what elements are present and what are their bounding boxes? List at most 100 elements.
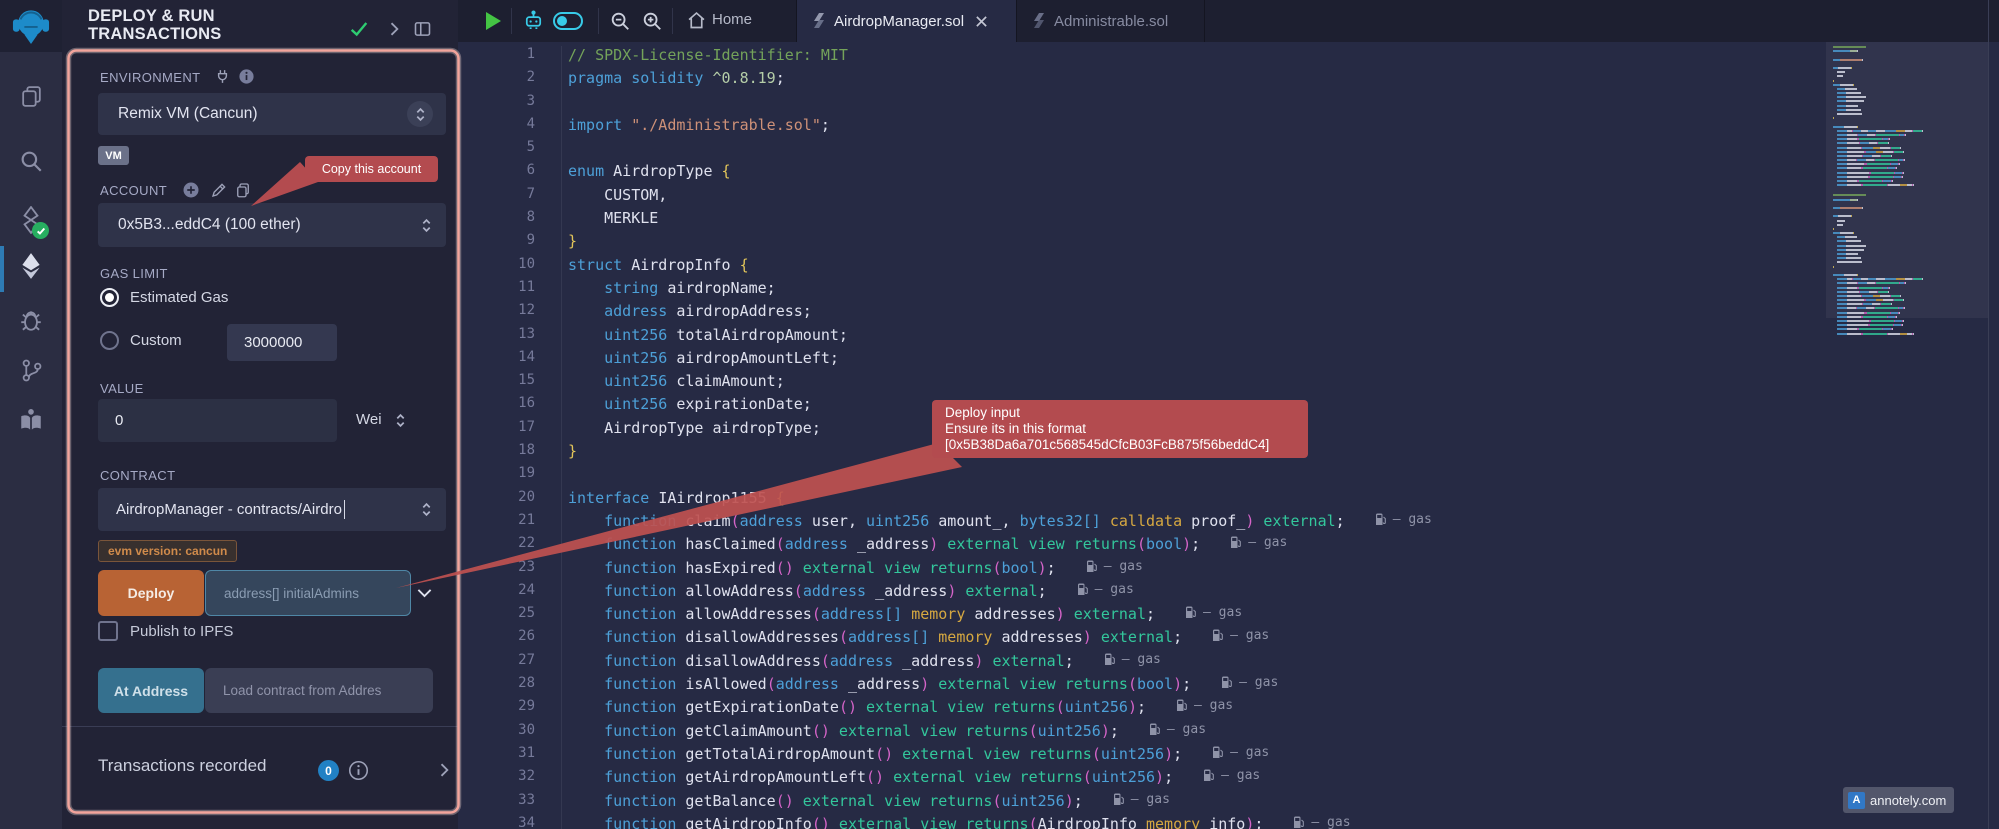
value-unit-select[interactable]: Wei — [356, 411, 382, 428]
gas-icon — [1221, 676, 1232, 689]
line-number[interactable]: 14 — [458, 349, 561, 372]
search-icon[interactable] — [17, 147, 45, 175]
edit-account-icon[interactable] — [210, 181, 228, 199]
tab-administrable[interactable]: Administrable.sol — [1017, 0, 1205, 42]
git-icon[interactable] — [17, 356, 45, 384]
zoom-in-icon[interactable] — [641, 10, 663, 32]
line-number[interactable]: 21 — [458, 512, 561, 535]
debugger-icon[interactable] — [17, 306, 45, 334]
deploy-params-input[interactable]: address[] initialAdmins — [205, 570, 411, 616]
add-account-icon[interactable] — [182, 181, 200, 199]
transactions-recorded-label: Transactions recorded — [98, 756, 267, 776]
panel-title: DEPLOY & RUN TRANSACTIONS — [88, 7, 221, 43]
line-number[interactable]: 11 — [458, 279, 561, 302]
environment-select[interactable]: Remix VM (Cancun) — [98, 93, 446, 135]
transactions-expand-chevron-icon[interactable] — [434, 760, 454, 780]
ai-copilot-robot-icon[interactable] — [522, 9, 545, 33]
panel-chevron-right-icon[interactable] — [384, 18, 406, 40]
line-number[interactable]: 25 — [458, 605, 561, 628]
gas-icon — [1113, 793, 1124, 806]
line-number[interactable]: 6 — [458, 162, 561, 185]
line-number[interactable]: 5 — [458, 139, 561, 162]
code-line: function claim(address user, uint256 amo… — [568, 512, 1999, 535]
icon-rail — [0, 0, 62, 829]
zoom-out-icon[interactable] — [609, 10, 631, 32]
line-number[interactable]: 2 — [458, 69, 561, 92]
code-line: function disallowAddresses(address[] mem… — [568, 628, 1999, 651]
line-number[interactable]: 27 — [458, 652, 561, 675]
run-script-button[interactable] — [484, 11, 502, 31]
line-number[interactable]: 17 — [458, 419, 561, 442]
line-number[interactable]: 24 — [458, 582, 561, 605]
line-number[interactable]: 23 — [458, 559, 561, 582]
scrollbar-track[interactable] — [1988, 0, 1989, 829]
home-icon[interactable] — [686, 10, 707, 31]
deploy-expand-chevron-icon[interactable] — [414, 582, 435, 603]
custom-gas-input[interactable]: 3000000 — [227, 324, 337, 361]
code-line: function allowAddress(address _address) … — [568, 582, 1999, 605]
minimap[interactable] — [1833, 46, 1983, 343]
editor-gutter[interactable]: 1234567891011121314151617181920212223242… — [458, 46, 562, 829]
custom-gas-radio[interactable] — [100, 331, 119, 350]
tab-home[interactable]: Home — [712, 11, 752, 28]
line-number[interactable]: 28 — [458, 675, 561, 698]
code-line: // SPDX-License-Identifier: MIT — [568, 46, 1999, 69]
publish-ipfs-checkbox[interactable] — [98, 621, 118, 641]
gas-estimate: – gas — [1176, 698, 1233, 713]
deploy-run-icon[interactable] — [17, 252, 45, 280]
deploy-button[interactable]: Deploy — [98, 570, 204, 616]
line-number[interactable]: 18 — [458, 442, 561, 465]
tab-airdropmanager[interactable]: AirdropManager.sol — [796, 0, 1017, 42]
code-line: function getExpirationDate() external vi… — [568, 698, 1999, 721]
code-line: MERKLE — [568, 209, 1999, 232]
line-number[interactable]: 29 — [458, 698, 561, 721]
line-number[interactable]: 10 — [458, 256, 561, 279]
copilot-toggle[interactable] — [553, 12, 583, 30]
line-number[interactable]: 12 — [458, 302, 561, 325]
close-tab-icon[interactable] — [975, 15, 988, 28]
code-line: struct AirdropInfo { — [568, 256, 1999, 279]
code-line: address airdropAddress; — [568, 302, 1999, 325]
value-input[interactable]: 0 — [98, 399, 337, 442]
line-number[interactable]: 9 — [458, 232, 561, 255]
pin-panel-icon[interactable] — [412, 18, 434, 40]
code-line — [568, 93, 1999, 116]
gas-estimate: – gas — [1212, 628, 1269, 643]
file-explorer-icon[interactable] — [17, 82, 45, 110]
line-number[interactable]: 31 — [458, 745, 561, 768]
environment-stepper-icon[interactable] — [407, 101, 433, 127]
line-number[interactable]: 8 — [458, 209, 561, 232]
line-number[interactable]: 19 — [458, 465, 561, 488]
line-number[interactable]: 16 — [458, 395, 561, 418]
at-address-button[interactable]: At Address — [98, 668, 204, 713]
gas-estimate: – gas — [1113, 792, 1170, 807]
contract-stepper-icon — [421, 502, 432, 517]
at-address-input[interactable]: Load contract from Addres — [205, 668, 433, 713]
plug-icon[interactable] — [214, 68, 231, 85]
line-number[interactable]: 1 — [458, 46, 561, 69]
gas-estimate: – gas — [1086, 559, 1143, 574]
line-number[interactable]: 7 — [458, 186, 561, 209]
line-number[interactable]: 20 — [458, 489, 561, 512]
line-number[interactable]: 15 — [458, 372, 561, 395]
code-line: function getTotalAirdropAmount() externa… — [568, 745, 1999, 768]
remix-logo[interactable] — [0, 0, 62, 52]
contract-select[interactable]: AirdropManager - contracts/Airdro — [98, 488, 446, 531]
solidity-icon — [1031, 13, 1045, 29]
line-number[interactable]: 32 — [458, 768, 561, 791]
environment-info-icon[interactable] — [238, 68, 255, 85]
estimated-gas-radio[interactable] — [100, 288, 119, 307]
line-number[interactable]: 3 — [458, 93, 561, 116]
line-number[interactable]: 26 — [458, 628, 561, 651]
learneth-icon[interactable] — [17, 406, 45, 434]
line-number[interactable]: 33 — [458, 792, 561, 815]
transactions-info-icon[interactable] — [348, 760, 369, 781]
line-number[interactable]: 13 — [458, 326, 561, 349]
line-number[interactable]: 34 — [458, 815, 561, 829]
value-unit-stepper-icon[interactable] — [395, 413, 406, 428]
copy-account-icon[interactable] — [234, 181, 252, 199]
line-number[interactable]: 4 — [458, 116, 561, 139]
account-select[interactable]: 0x5B3...eddC4 (100 ether) — [98, 203, 446, 247]
line-number[interactable]: 30 — [458, 722, 561, 745]
line-number[interactable]: 22 — [458, 535, 561, 558]
